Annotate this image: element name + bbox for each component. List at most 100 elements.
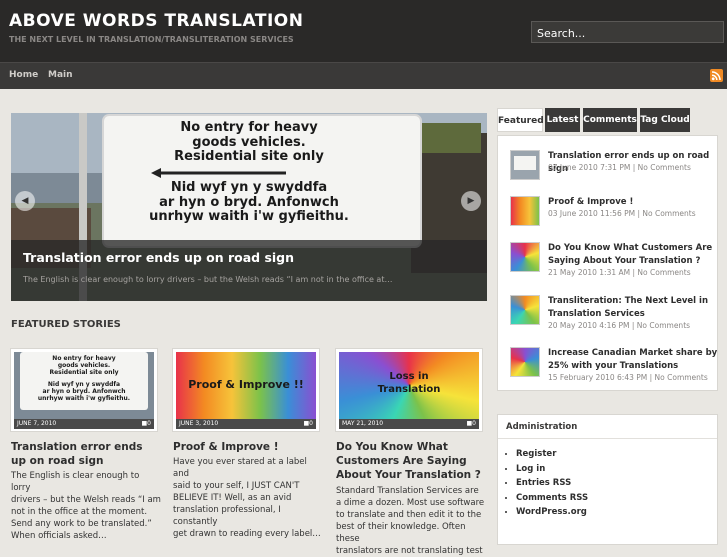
post-thumbnail[interactable]: [510, 196, 540, 226]
nav-item-home[interactable]: Home: [9, 70, 38, 80]
sign-line: Residential site only: [174, 149, 324, 164]
story-title[interactable]: Proof & Improve !: [173, 440, 321, 454]
sign-line: Nid wyf yn y swyddfa: [47, 381, 121, 388]
tab-tag-cloud[interactable]: Tag Cloud: [640, 108, 690, 132]
excerpt-line: Standard Translation Services are: [336, 486, 479, 496]
story-thumbnail[interactable]: Proof & Improve !! JUNE 3, 2010 ■0: [172, 348, 320, 432]
comment-icon[interactable]: ■0: [467, 420, 477, 427]
story-date: JUNE 7, 2010: [17, 420, 57, 427]
slide-caption: Translation error ends up on road sign T…: [11, 240, 487, 301]
post-thumbnail[interactable]: [510, 150, 540, 180]
tab-latest[interactable]: Latest: [545, 108, 580, 132]
site-tagline: THE NEXT LEVEL IN TRANSLATION/TRANSLITER…: [9, 35, 294, 44]
excerpt-line: The English is clear enough to lorry: [11, 471, 140, 493]
story-image-text: Loss in Translation: [339, 370, 479, 396]
sign-line: goods vehicles.: [192, 134, 306, 150]
excerpt-line: to translate and then edit it to the: [336, 510, 482, 520]
sign-line: No entry for heavy: [180, 120, 318, 135]
slide-title[interactable]: Translation error ends up on road sign: [23, 250, 294, 265]
story-title[interactable]: Translation error ends up on road sign: [11, 440, 159, 468]
story-image-text: Proof & Improve !!: [188, 378, 304, 391]
post-title[interactable]: Transliteration: The Next Level in Trans…: [548, 295, 718, 321]
post-meta: 03 June 2010 11:56 PM | No Comments: [548, 209, 696, 218]
post-meta: 20 May 2010 4:16 PM | No Comments: [548, 321, 691, 330]
sign-line: unrhyw waith i'w gyfieithu.: [37, 395, 131, 402]
post-meta: 15 February 2010 6:43 PM | No Comments: [548, 373, 708, 382]
sign-line: No entry for heavy: [52, 355, 116, 362]
site-title[interactable]: ABOVE WORDS TRANSLATION: [9, 11, 303, 31]
tab-panel-featured: Translation error ends up on road sign 0…: [497, 135, 718, 391]
story-date: JUNE 3, 2010: [179, 420, 219, 427]
admin-link-register[interactable]: Register: [516, 447, 588, 462]
sign-line: Residential site only: [49, 369, 119, 376]
post-meta: 21 May 2010 1:31 AM | No Comments: [548, 268, 691, 277]
tab-comments[interactable]: Comments: [583, 108, 637, 132]
excerpt-line: translation professional, I constantly: [173, 505, 281, 527]
comment-count: 0: [309, 420, 313, 427]
story-date: MAY 21, 2010: [342, 420, 384, 427]
admin-link-login[interactable]: Log in: [516, 462, 588, 477]
story-image-text: No entry for heavy goods vehicles. Resid…: [22, 355, 146, 402]
chevron-left-icon[interactable]: ◀: [15, 191, 35, 211]
sign-line: ar hyn o bryd. Anfonwch: [159, 194, 339, 210]
sign-line: Nid wyf yn y swyddfa: [170, 180, 328, 195]
story-meta-bar: MAY 21, 2010 ■0: [339, 419, 479, 429]
comment-icon[interactable]: ■0: [142, 420, 152, 427]
story-excerpt: The English is clear enough to lorry dri…: [11, 470, 161, 542]
post-title[interactable]: Proof & Improve !: [548, 196, 718, 209]
post-title[interactable]: Do You Know What Customers Are Saying Ab…: [548, 242, 718, 268]
sign-text-welsh: Nid wyf yn y swyddfa ar hyn o bryd. Anfo…: [11, 180, 487, 225]
story-excerpt: Have you ever stared at a label and said…: [173, 456, 323, 540]
story-meta-bar: JUNE 3, 2010 ■0: [176, 419, 316, 429]
admin-link-entries-rss[interactable]: Entries RSS: [516, 476, 588, 491]
comment-count: 0: [147, 420, 151, 427]
search-box[interactable]: [531, 21, 724, 44]
admin-heading: Administration: [506, 422, 578, 432]
tab-featured[interactable]: Featured: [497, 108, 544, 132]
image-text-line: Translation: [377, 384, 441, 395]
chevron-right-icon[interactable]: ▶: [461, 191, 481, 211]
sign-text-english: No entry for heavy goods vehicles. Resid…: [11, 120, 487, 165]
sign-line: ar hyn o bryd. Anfonwch: [42, 388, 126, 395]
divider: [498, 438, 717, 439]
featured-stories-heading: FEATURED STORIES: [11, 319, 121, 330]
comment-count: 0: [472, 420, 476, 427]
excerpt-line: not in the office at the moment.: [11, 507, 148, 517]
nav-item-main[interactable]: Main: [48, 70, 73, 80]
post-thumbnail[interactable]: [510, 242, 540, 272]
image-text-line: Loss in: [389, 371, 429, 382]
search-input[interactable]: [532, 23, 722, 44]
story-image: Loss in Translation: [339, 352, 479, 419]
excerpt-line: get drawn to reading every label…: [173, 529, 321, 539]
main-nav: Home Main: [0, 62, 727, 89]
excerpt-line: drivers – but the Welsh reads “I am: [11, 495, 161, 505]
story-thumbnail[interactable]: No entry for heavy goods vehicles. Resid…: [10, 348, 158, 432]
featured-slider[interactable]: No entry for heavy goods vehicles. Resid…: [11, 113, 487, 301]
story-thumbnail[interactable]: Loss in Translation MAY 21, 2010 ■0: [335, 348, 483, 432]
excerpt-line: BELIEVE IT! Well, as an avid: [173, 493, 292, 503]
slide-excerpt: The English is clear enough to lorry dri…: [23, 275, 393, 284]
admin-link-comments-rss[interactable]: Comments RSS: [516, 491, 588, 506]
excerpt-line: translators are not translating test: [336, 546, 483, 556]
excerpt-line: When officials asked…: [11, 531, 107, 541]
post-title[interactable]: Increase Canadian Market share by 25% wi…: [548, 347, 718, 373]
excerpt-line: said to your self, I JUST CAN'T: [173, 481, 300, 491]
rss-feed-icon[interactable]: [710, 69, 723, 82]
sign-line: unrhyw waith i'w gyfieithu.: [149, 209, 349, 224]
story-excerpt: Standard Translation Services are a dime…: [336, 485, 486, 557]
admin-widget: Administration Register Log in Entries R…: [497, 414, 718, 545]
comment-icon[interactable]: ■0: [304, 420, 314, 427]
post-thumbnail[interactable]: [510, 347, 540, 377]
site-header: ABOVE WORDS TRANSLATION THE NEXT LEVEL I…: [0, 0, 727, 62]
admin-link-wordpress[interactable]: WordPress.org: [516, 505, 588, 520]
post-meta: 07 June 2010 7:31 PM | No Comments: [548, 163, 691, 172]
story-image: No entry for heavy goods vehicles. Resid…: [14, 352, 154, 419]
sign-line: goods vehicles.: [57, 362, 111, 369]
story-image: Proof & Improve !!: [176, 352, 316, 419]
excerpt-line: Have you ever stared at a label and: [173, 457, 307, 479]
story-meta-bar: JUNE 7, 2010 ■0: [14, 419, 154, 429]
story-title[interactable]: Do You Know What Customers Are Saying Ab…: [336, 440, 484, 482]
post-thumbnail[interactable]: [510, 295, 540, 325]
excerpt-line: best of their knowledge. Often these: [336, 522, 466, 544]
excerpt-line: a dime a dozen. Most use software: [336, 498, 485, 508]
